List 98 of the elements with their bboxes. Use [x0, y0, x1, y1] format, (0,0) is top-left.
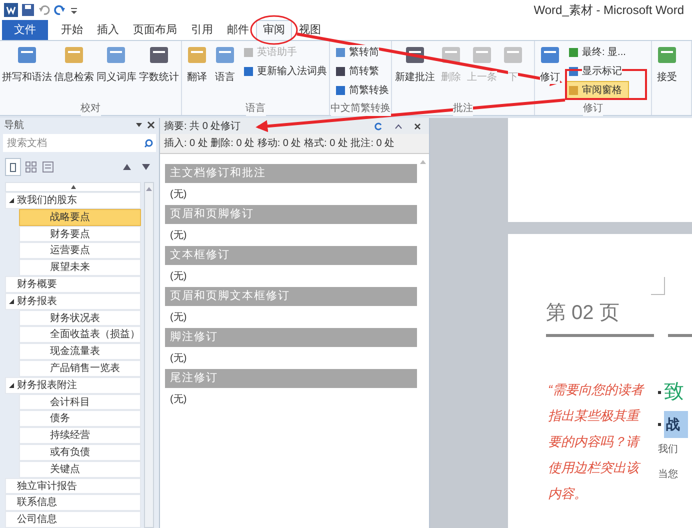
section-header: 页眉和页脚修订	[165, 205, 417, 224]
scrollbar[interactable]	[144, 182, 154, 528]
expanded-triangle-icon[interactable]	[9, 198, 14, 203]
section-body-text: (无)	[170, 310, 187, 324]
thumbnails-grid-icon[interactable]	[24, 160, 38, 174]
expanded-triangle-icon[interactable]	[9, 382, 14, 388]
page-heading: 第 02 页	[546, 302, 620, 324]
close-icon[interactable]	[414, 122, 421, 130]
subheading: 战	[664, 411, 688, 438]
document-icon	[10, 162, 16, 172]
chevron-up-icon[interactable]	[395, 124, 402, 128]
pane-title: 导航	[4, 118, 25, 132]
outline-item[interactable]: 全面收益表（损益）	[19, 326, 141, 344]
ribbon-tab[interactable]: 开始	[54, 20, 90, 40]
section-body-text: (无)	[170, 228, 187, 242]
save-icon[interactable]	[22, 4, 34, 16]
section-heading: 致	[664, 380, 684, 405]
ribbon-tab[interactable]: 插入	[90, 20, 126, 40]
group-label: 校对	[80, 100, 100, 116]
toolbar-icon	[243, 66, 254, 76]
toolbar-icon	[243, 46, 254, 58]
ribbon-button[interactable]: 繁转简	[332, 43, 392, 61]
expanded-triangle-icon[interactable]	[9, 298, 14, 304]
outline-item[interactable]: 致我们的股东	[5, 192, 141, 209]
pane-menu-caret-icon[interactable]	[135, 121, 143, 129]
search-field[interactable]: 搜索文档	[3, 134, 140, 152]
ribbon-button[interactable]: 简转繁	[332, 62, 392, 80]
file-tab[interactable]: 文件	[2, 20, 48, 40]
outline-item[interactable]: 联系信息	[5, 494, 141, 512]
group-label: 批注	[453, 100, 473, 116]
outline-item[interactable]: 财务要点	[19, 226, 141, 242]
group-label: 语言	[246, 100, 266, 116]
toolbar-icon	[335, 66, 346, 76]
outline-item[interactable]: 或有负债	[19, 444, 141, 461]
outline-item[interactable]: 运营要点	[19, 242, 141, 260]
outline-item[interactable]: 关键点	[19, 460, 141, 478]
outline-item[interactable]: 财务概要	[5, 276, 141, 293]
ribbon-button[interactable]: 修订	[537, 43, 563, 84]
group-label: 修订	[583, 100, 603, 116]
section-header: 文本框修订	[165, 246, 417, 265]
toolbar-icon	[335, 46, 346, 58]
search-button[interactable]	[140, 134, 156, 152]
outline-item[interactable]: 公司信息	[5, 511, 141, 528]
ribbon-button[interactable]: 翻译	[184, 43, 210, 84]
redo-icon[interactable]	[54, 4, 66, 16]
ribbon-button[interactable]: 字数统计	[138, 43, 180, 84]
close-icon[interactable]	[147, 121, 155, 129]
section-header: 页眉和页脚文本框修订	[165, 287, 417, 306]
undo-icon[interactable]	[38, 4, 50, 16]
word-logo-icon	[4, 3, 18, 17]
toolbar-icon	[568, 46, 579, 58]
ribbon-tab[interactable]: 视图	[292, 20, 328, 40]
up-arrow-icon[interactable]	[123, 164, 131, 170]
ribbon-tab[interactable]: 邮件	[220, 20, 256, 40]
outline-item[interactable]: 独立审计报告	[5, 478, 141, 494]
annotation-circle	[250, 15, 298, 45]
ribbon-button[interactable]: 拼写和语法	[2, 43, 52, 84]
section-body-text: (无)	[170, 392, 187, 406]
outline-item[interactable]: 持续经营	[19, 427, 141, 444]
ribbon-button[interactable]: 接受	[654, 43, 680, 84]
outline-item[interactable]: 债务	[19, 410, 141, 428]
results-list-icon[interactable]	[41, 160, 55, 174]
outline-item[interactable]: 产品销售一览表	[19, 360, 141, 377]
section-body-text: (无)	[170, 352, 187, 366]
ribbon-button[interactable]: 新建批注	[394, 43, 436, 84]
section-body-text: (无)	[170, 270, 187, 284]
outline-item[interactable]: 财务状况表	[19, 310, 141, 326]
outline-item[interactable]: 现金流量表	[19, 343, 141, 360]
refresh-icon[interactable]	[374, 122, 383, 130]
window-title: Word_素材 - Microsoft Word	[534, 2, 685, 19]
ribbon-button[interactable]: 同义词库	[96, 43, 137, 84]
ribbon-button[interactable]: 语言	[212, 43, 238, 84]
ribbon-button[interactable]: 审阅窗格	[565, 81, 629, 99]
section-body-text: (无)	[170, 188, 187, 202]
outline-item[interactable]: 战略要点	[19, 208, 141, 226]
revision-summary: 摘要: 共 0 处修订	[164, 120, 242, 134]
section-header: 尾注修订	[165, 369, 417, 388]
ribbon-button[interactable]: 信息检索	[54, 43, 94, 84]
crop-mark	[651, 277, 665, 295]
outline-item[interactable]: 展望未来	[19, 259, 141, 276]
toolbar-icon	[335, 84, 346, 96]
section-header: 脚注修订	[165, 328, 417, 347]
ribbon-tab[interactable]: 页面布局	[126, 20, 184, 40]
toolbar-icon	[568, 84, 579, 96]
search-icon	[144, 138, 152, 148]
ribbon-tab[interactable]: 引用	[184, 20, 220, 40]
outline-item[interactable]: 财务报表附注	[5, 376, 141, 394]
body-text: 当您	[658, 468, 679, 482]
down-arrow-icon[interactable]	[142, 164, 150, 170]
body-text: 我们	[658, 442, 679, 457]
pull-quote: “需要向您的读者指出某些极其重要的内容吗？请使用边栏突出该内容。	[548, 381, 646, 503]
ribbon-tab[interactable]: 审阅	[256, 20, 292, 40]
chevron-up-icon	[70, 185, 76, 190]
outline-item[interactable]: 财务报表	[5, 292, 141, 310]
headings-view-tab[interactable]	[5, 158, 21, 176]
group-label: 中文简繁转换	[330, 100, 390, 116]
outline-item[interactable]: 会计科目	[19, 394, 141, 410]
section-header: 主文档修订和批注	[165, 164, 417, 183]
